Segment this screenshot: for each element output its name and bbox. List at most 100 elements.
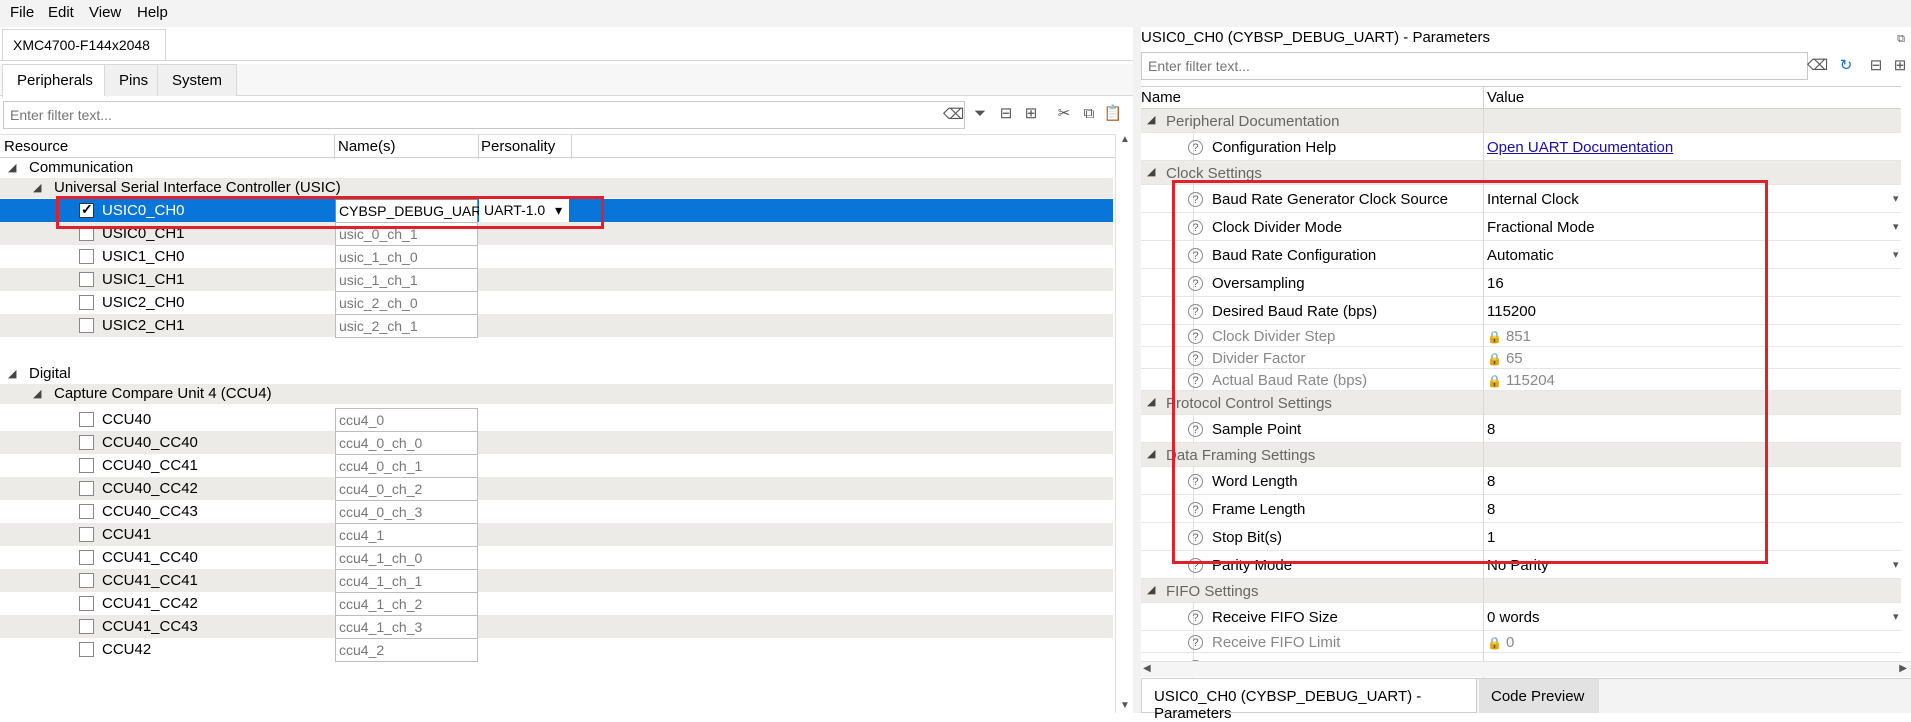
chevron-down-icon[interactable]: ▾ [1893,220,1899,233]
scroll-up-icon[interactable]: ▲ [1120,134,1130,145]
resource-name-field[interactable]: usic_2_ch_0 [335,291,478,315]
parameter-value[interactable]: 0 words [1487,609,1540,626]
collapse-all-icon[interactable]: ⊟ [1866,56,1886,76]
chevron-down-icon[interactable]: ▾ [1893,610,1899,623]
resource-name-field[interactable]: ccu4_0_ch_1 [335,454,478,478]
expand-all-icon[interactable]: ⊞ [1021,104,1041,124]
collapse-arrow-icon[interactable]: ◢ [1147,113,1155,126]
collapse-arrow-icon[interactable]: ◢ [33,181,41,194]
resource-row[interactable]: CCU42 ccu4_2 [0,638,1113,662]
col-divider[interactable] [571,135,572,159]
enable-checkbox[interactable] [79,272,94,287]
collapse-all-icon[interactable]: ⊟ [996,104,1016,124]
chevron-down-icon[interactable]: ▾ [1893,192,1899,205]
resource-row[interactable]: CCU41_CC41 ccu4_1_ch_1 [0,569,1113,593]
tab-pins[interactable]: Pins [104,64,164,96]
resource-name-field[interactable]: usic_2_ch_1 [335,314,478,338]
resource-row[interactable]: USIC2_CH1 usic_2_ch_1 [0,314,1113,338]
menu-file[interactable]: File [10,4,34,21]
pane-splitter[interactable] [1133,27,1141,713]
resource-name-field[interactable]: ccu4_1_ch_3 [335,615,478,639]
parameter-category[interactable]: ◢ Peripheral Documentation [1141,109,1901,133]
resource-row[interactable]: CCU40_CC42 ccu4_0_ch_2 [0,477,1113,501]
resource-name-field[interactable]: ccu4_0_ch_0 [335,431,478,455]
resource-row[interactable]: CCU41_CC43 ccu4_1_ch_3 [0,615,1113,639]
menu-view[interactable]: View [89,4,121,21]
enable-checkbox[interactable] [79,596,94,611]
col-personality[interactable]: Personality [481,138,555,155]
help-icon[interactable]: ? [1188,635,1203,650]
tree-group-communication[interactable]: ◢ Communication [0,158,1113,178]
enable-checkbox[interactable] [79,550,94,565]
resource-name-field[interactable]: ccu4_1_ch_2 [335,592,478,616]
enable-checkbox[interactable] [79,642,94,657]
menu-help[interactable]: Help [137,4,168,21]
collapse-arrow-icon[interactable]: ◢ [33,387,41,400]
enable-checkbox[interactable] [79,458,94,473]
tree-subgroup-usic[interactable]: ◢ Universal Serial Interface Controller … [0,178,1113,198]
minimize-icon[interactable]: ⧉ [1891,29,1911,49]
refresh-icon[interactable]: ↻ [1836,56,1856,76]
chevron-down-icon[interactable]: ▾ [1893,558,1899,571]
parameter-row[interactable]: ? Receive FIFO Size 0 words ▾ [1141,603,1901,631]
tab-parameters[interactable]: USIC0_CH0 (CYBSP_DEBUG_UART) - Parameter… [1141,679,1477,722]
clear-filter-icon[interactable]: ⌫ [943,105,964,125]
menu-edit[interactable]: Edit [48,4,74,21]
enable-checkbox[interactable] [79,318,94,333]
enable-checkbox[interactable] [79,295,94,310]
tab-code-preview[interactable]: Code Preview [1479,679,1599,713]
resource-name-field[interactable]: ccu4_0 [335,408,478,432]
resource-row[interactable]: CCU41 ccu4_1 [0,523,1113,547]
resource-name-field[interactable]: ccu4_1_ch_0 [335,546,478,570]
resource-name-field[interactable]: ccu4_2 [335,638,478,662]
enable-checkbox[interactable] [79,504,94,519]
filter-icon[interactable]: ⏷ [970,104,990,124]
resource-scrollbar[interactable]: ▲ ▼ [1115,134,1133,713]
col-name[interactable]: Name [1141,89,1181,106]
collapse-arrow-icon[interactable]: ◢ [8,161,16,174]
resource-row[interactable]: CCU40_CC43 ccu4_0_ch_3 [0,500,1113,524]
collapse-arrow-icon[interactable]: ◢ [1147,447,1155,460]
documentation-link[interactable]: Open UART Documentation [1487,139,1673,156]
tab-peripherals[interactable]: Peripherals [2,64,108,97]
resource-row[interactable]: CCU40 ccu4_0 [0,408,1113,432]
collapse-arrow-icon[interactable]: ◢ [1147,165,1155,178]
col-divider[interactable] [478,135,479,159]
paste-icon[interactable]: 📋 [1103,104,1123,124]
collapse-arrow-icon[interactable]: ◢ [8,367,16,380]
enable-checkbox[interactable] [79,249,94,264]
enable-checkbox[interactable] [79,412,94,427]
resource-name-field[interactable]: ccu4_1_ch_1 [335,569,478,593]
resource-name-field[interactable]: ccu4_1 [335,523,478,547]
collapse-arrow-icon[interactable]: ◢ [1147,583,1155,596]
resource-filter-input[interactable]: Enter filter text... [3,101,965,129]
resource-row[interactable]: USIC2_CH0 usic_2_ch_0 [0,291,1113,315]
enable-checkbox[interactable] [79,435,94,450]
scroll-right-icon[interactable]: ▶ [1899,663,1907,674]
resource-row[interactable]: CCU41_CC40 ccu4_1_ch_0 [0,546,1113,570]
help-icon[interactable]: ? [1188,610,1203,625]
enable-checkbox[interactable] [79,527,94,542]
scroll-down-icon[interactable]: ▼ [1120,700,1130,711]
collapse-arrow-icon[interactable]: ◢ [1147,395,1155,408]
col-names[interactable]: Name(s) [338,138,396,155]
enable-checkbox[interactable] [79,619,94,634]
tab-system[interactable]: System [157,64,238,96]
parameter-row[interactable]: ? Configuration Help Open UART Documentati… [1141,133,1901,161]
scroll-left-icon[interactable]: ◀ [1143,663,1151,674]
device-tab[interactable]: XMC4700-F144x2048 [2,29,166,60]
copy-icon[interactable]: ⧉ [1079,104,1099,124]
col-divider[interactable] [1483,87,1484,110]
parameter-category[interactable]: ◢ FIFO Settings [1141,579,1901,603]
resource-row[interactable]: CCU40_CC41 ccu4_0_ch_1 [0,454,1113,478]
resource-name-field[interactable]: usic_1_ch_1 [335,268,478,292]
resource-row[interactable]: USIC1_CH1 usic_1_ch_1 [0,268,1113,292]
resource-row[interactable]: USIC1_CH0 usic_1_ch_0 [0,245,1113,269]
tree-subgroup-ccu4[interactable]: ◢ Capture Compare Unit 4 (CCU4) [0,384,1113,404]
resource-name-field[interactable]: usic_1_ch_0 [335,245,478,269]
parameters-hscrollbar[interactable]: ◀ ▶ [1141,661,1911,677]
cut-icon[interactable]: ✂ [1054,104,1074,124]
col-resource[interactable]: Resource [4,138,68,155]
resource-row[interactable]: CCU40_CC40 ccu4_0_ch_0 [0,431,1113,455]
parameter-row[interactable]: ? Receive FIFO Limit 🔒 0 [1141,631,1901,653]
